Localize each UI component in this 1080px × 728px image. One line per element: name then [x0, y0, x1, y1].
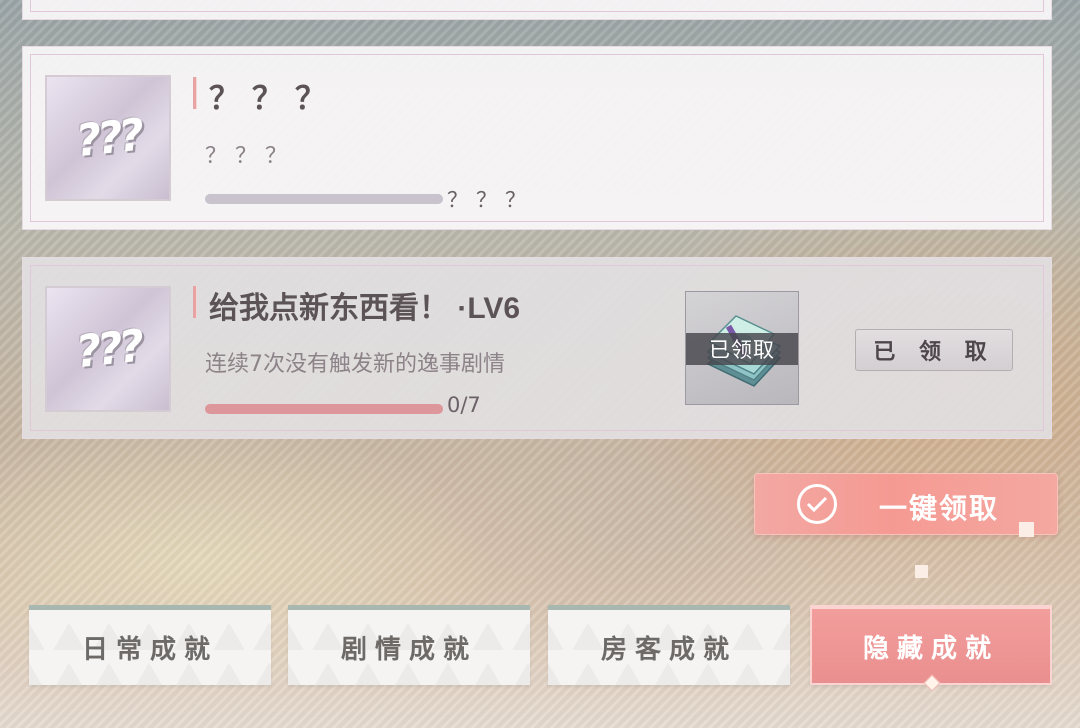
progress-bar [205, 404, 443, 414]
achievement-card-hidden: ??? ？？？ ？？？ ？？？ [22, 46, 1052, 230]
achievement-thumbnail: ??? [45, 75, 171, 201]
achievement-description: 连续7次没有触发新的逸事剧情 [205, 352, 505, 377]
progress-fill [205, 194, 443, 204]
reward-claimed-label: 已领取 [686, 333, 798, 365]
sparkle-decoration [1019, 522, 1034, 537]
claimed-button[interactable]: 已 领 取 [855, 329, 1013, 371]
progress-fill [205, 404, 443, 414]
active-indicator [923, 674, 941, 692]
reward-item[interactable]: 已领取 [685, 291, 799, 405]
mystery-icon: ??? [73, 109, 143, 167]
achievement-title: 给我点新东西看！ ·LV6 [209, 292, 521, 325]
tab-daily-achievements[interactable]: 日常成就 [29, 605, 271, 685]
title-accent-bar [193, 286, 197, 318]
claim-all-button[interactable]: 一键领取 [754, 473, 1058, 535]
title-accent-bar [193, 77, 197, 109]
achievement-title: ？？？ [209, 81, 338, 116]
sparkle-decoration [915, 565, 928, 578]
achievement-card-claimed: ??? 给我点新东西看！ ·LV6 连续7次没有触发新的逸事剧情 0/7 已领取… [22, 257, 1052, 439]
tab-label: 隐藏成就 [862, 633, 999, 664]
progress-text: 0/7 [447, 393, 481, 417]
achievement-card-previous [22, 0, 1052, 20]
tab-tenant-achievements[interactable]: 房客成就 [548, 605, 790, 685]
category-tabs: 日常成就 剧情成就 房客成就 隐藏成就 [0, 605, 1080, 728]
achievement-description: ？？？ [205, 144, 296, 169]
mystery-icon: ??? [73, 320, 143, 378]
progress-bar [205, 194, 443, 204]
tab-hidden-achievements[interactable]: 隐藏成就 [810, 605, 1052, 692]
progress-text: ？？？ [447, 188, 534, 212]
claim-all-label: 一键领取 [879, 492, 1000, 525]
achievement-thumbnail: ??? [45, 286, 171, 412]
checkmark-icon [797, 484, 837, 524]
tab-story-achievements[interactable]: 剧情成就 [288, 605, 530, 685]
